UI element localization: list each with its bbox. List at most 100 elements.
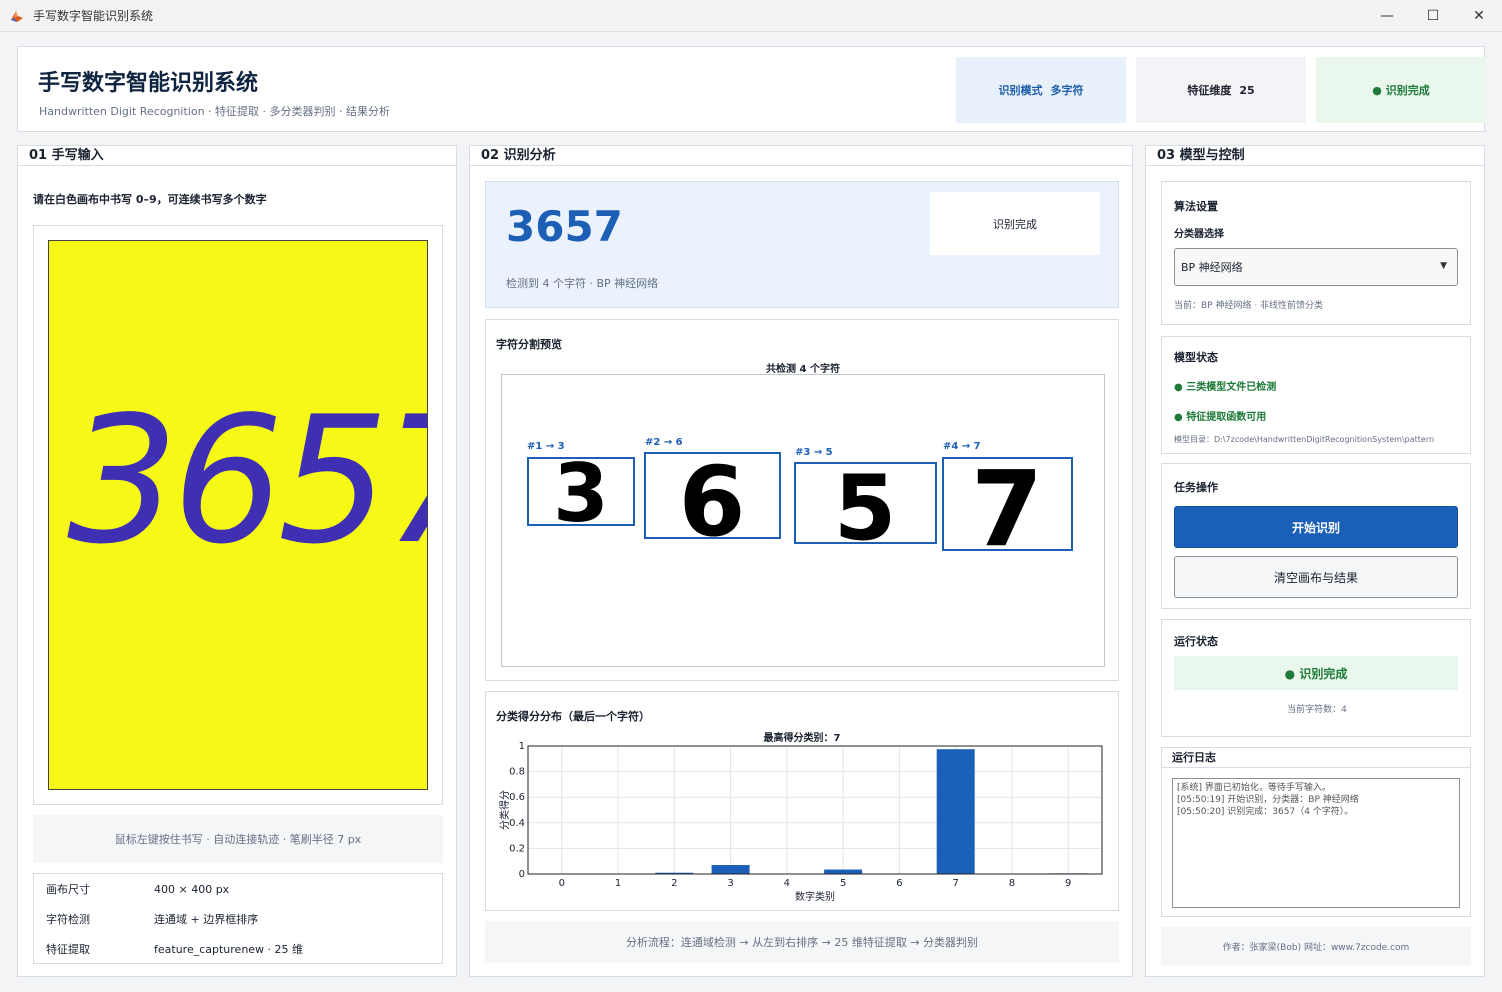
chart-title: 最高得分类别：7 bbox=[764, 731, 841, 744]
segmentation-axes: #1 → 3 3 #2 → 6 6 #3 → 5 5 #4 → 7 7 bbox=[501, 374, 1105, 667]
y-tick-label: 0.6 bbox=[509, 792, 525, 803]
segment-digit: 6 bbox=[679, 446, 746, 558]
maximize-button[interactable]: ☐ bbox=[1410, 0, 1456, 32]
x-tick-label: 4 bbox=[784, 878, 790, 889]
flow-note: 分析流程：连通域检测 → 从左到右排序 → 25 维特征提取 → 分类器判别 bbox=[485, 921, 1119, 963]
section-title: 算法设置 bbox=[1174, 200, 1218, 213]
section-title: 运行状态 bbox=[1174, 635, 1218, 648]
handwriting-input-panel: 01 手写输入 请在白色画布中书写 0–9，可连续书写多个数字 3657 鼠标左… bbox=[17, 145, 499, 977]
result-number: 3657 bbox=[506, 202, 623, 251]
info-key: 字符检测 bbox=[46, 913, 90, 926]
log-textarea[interactable]: [系统] 界面已初始化，等待手写输入。 [05:50:19] 开始识别，分类器：… bbox=[1172, 778, 1460, 908]
x-tick-label: 9 bbox=[1065, 878, 1071, 889]
handwriting-strokes: 3657 bbox=[67, 380, 499, 583]
log-line: [系统] 界面已初始化，等待手写输入。 bbox=[1177, 783, 1331, 793]
classifier-value: BP 神经网络 bbox=[1181, 261, 1243, 274]
classifier-label: 分类器选择 bbox=[1174, 229, 1224, 240]
stat-status: ● 识别完成 bbox=[1316, 57, 1486, 123]
segmentation-figure: #1 → 3 3 #2 → 6 6 #3 → 5 5 #4 → 7 7 bbox=[527, 437, 1073, 570]
chart-ylabel: 分类得分 bbox=[498, 790, 511, 830]
info-key: 特征提取 bbox=[46, 943, 90, 956]
segmentation-title: 字符分割预览 bbox=[496, 338, 562, 351]
log-title: 运行日志 bbox=[1162, 748, 1470, 768]
result-box: 3657 识别完成 检测到 4 个字符 · BP 神经网络 bbox=[485, 181, 1119, 308]
info-row: 特征提取 feature_capturenew · 25 维 bbox=[34, 934, 442, 963]
chart-xticks: 0 1 2 3 4 5 6 7 8 9 bbox=[559, 878, 1072, 889]
score-bar-chart: 最高得分类别：7 0123456789 00.20.40.60.81 数字类别 … bbox=[498, 731, 1103, 903]
classifier-select[interactable]: BP 神经网络 ▼ bbox=[1174, 248, 1458, 286]
info-row: 字符检测 连通域 + 边界框排序 bbox=[34, 904, 442, 934]
result-meta: 检测到 4 个字符 · BP 神经网络 bbox=[506, 277, 659, 290]
matlab-app-icon bbox=[9, 8, 25, 24]
model-directory: 模型目录：D:\7zcode\HandwrittenDigitRecogniti… bbox=[1174, 435, 1435, 444]
segmentation-preview: 字符分割预览 共检测 4 个字符 #1 → 3 3 #2 → 6 6 #3 → … bbox=[485, 319, 1119, 681]
score-bar bbox=[824, 869, 863, 874]
close-button[interactable]: ✕ bbox=[1456, 0, 1502, 32]
stat-label: 识别模式 bbox=[998, 84, 1043, 97]
stat-label: 特征维度 bbox=[1187, 84, 1232, 97]
start-recognition-button[interactable]: 开始识别 bbox=[1174, 506, 1458, 548]
run-log: 运行日志 [系统] 界面已初始化，等待手写输入。 [05:50:19] 开始识别… bbox=[1161, 747, 1471, 917]
section-title: 任务操作 bbox=[1174, 481, 1218, 494]
x-tick-label: 0 bbox=[559, 878, 565, 889]
score-distribution: 分类得分分布（最后一个字符） 最高得分类别：7 0123456789 0 0.2 0… bbox=[485, 691, 1119, 911]
stat-value: 多字符 bbox=[1050, 84, 1084, 97]
drawing-canvas[interactable]: 3657 bbox=[48, 240, 499, 790]
info-value: 连通域 + 边界框排序 bbox=[154, 913, 259, 926]
info-table: 画布尺寸 400 × 400 px 字符检测 连通域 + 边界框排序 特征提取 … bbox=[33, 873, 443, 964]
handwritten-digits: 3657 bbox=[67, 380, 427, 583]
chart-grid bbox=[528, 745, 1102, 875]
model-check-features: ● 特征提取函数可用 bbox=[1174, 412, 1267, 423]
segment-digit: 7 bbox=[971, 448, 1043, 570]
page-subtitle: Handwritten Digit Recognition · 特征提取 · 多… bbox=[39, 105, 391, 118]
stat-label: ● 识别完成 bbox=[1372, 84, 1430, 97]
model-control-panel: 03 模型与控制 算法设置 分类器选择 BP 神经网络 ▼ 当前：BP 神经网络… bbox=[1145, 145, 1485, 977]
segment-label: #3 → 5 bbox=[795, 447, 833, 458]
panel-title: 02 识别分析 bbox=[470, 146, 1132, 166]
chart-xlabel: 数字类别 bbox=[795, 890, 835, 903]
model-status: 模型状态 ● 三类模型文件已检测 ● 特征提取函数可用 模型目录：D:\7zco… bbox=[1161, 336, 1471, 454]
stat-feature-dimension: 特征维度 25 bbox=[1136, 57, 1306, 123]
x-tick-label: 7 bbox=[952, 878, 958, 889]
clear-canvas-button[interactable]: 清空画布与结果 bbox=[1174, 556, 1458, 598]
canvas-note: 鼠标左键按住书写 · 自动连接轨迹 · 笔刷半径 7 px bbox=[33, 815, 443, 863]
info-value: feature_capturenew · 25 维 bbox=[154, 943, 304, 956]
page-title: 手写数字智能识别系统 bbox=[38, 71, 259, 96]
stat-value: 25 bbox=[1239, 83, 1255, 97]
panel-title: 01 手写输入 bbox=[18, 146, 456, 166]
minimize-button[interactable]: — bbox=[1364, 0, 1410, 32]
y-tick-label: 0 bbox=[519, 869, 525, 880]
char-count: 当前字符数：4 bbox=[1287, 705, 1347, 715]
recognition-analysis-panel: 02 识别分析 3657 识别完成 检测到 4 个字符 · BP 神经网络 字符… bbox=[469, 145, 1133, 977]
score-bar bbox=[711, 865, 750, 874]
classifier-note: 当前：BP 神经网络 · 非线性前馈分类 bbox=[1174, 301, 1324, 311]
task-operations: 任务操作 开始识别 清空画布与结果 bbox=[1161, 463, 1471, 609]
input-hint: 请在白色画布中书写 0–9，可连续书写多个数字 bbox=[33, 193, 267, 206]
info-key: 画布尺寸 bbox=[46, 883, 90, 896]
score-bar bbox=[936, 749, 975, 874]
section-title: 模型状态 bbox=[1174, 351, 1218, 364]
chevron-down-icon: ▼ bbox=[1440, 261, 1447, 271]
result-status-badge: 识别完成 bbox=[930, 192, 1100, 255]
run-state-badge: ● 识别完成 bbox=[1174, 656, 1458, 690]
x-tick-label: 1 bbox=[615, 878, 621, 889]
x-tick-label: 2 bbox=[671, 878, 677, 889]
chart-axes-box bbox=[527, 745, 1103, 875]
info-value: 400 × 400 px bbox=[154, 882, 230, 896]
chart-yticks: 0 0.2 0.4 0.6 0.8 1 bbox=[509, 741, 525, 880]
x-tick-label: 8 bbox=[1009, 878, 1015, 889]
x-tick-label: 5 bbox=[840, 878, 846, 889]
panel-title: 03 模型与控制 bbox=[1146, 146, 1484, 166]
segmentation-caption: 共检测 4 个字符 bbox=[766, 364, 840, 375]
window-title: 手写数字智能识别系统 bbox=[33, 9, 154, 23]
model-check-files: ● 三类模型文件已检测 bbox=[1174, 382, 1277, 393]
run-status: 运行状态 ● 识别完成 当前字符数：4 bbox=[1161, 619, 1471, 737]
segment-digit: 5 bbox=[834, 456, 897, 561]
x-tick-label: 6 bbox=[896, 878, 902, 889]
segment-label: #2 → 6 bbox=[645, 437, 683, 448]
author-footer: 作者：张家梁(Bob) 网址：www.7zcode.com bbox=[1161, 927, 1471, 965]
y-tick-label: 0.8 bbox=[509, 767, 525, 778]
window-titlebar: 手写数字智能识别系统 — ☐ ✕ bbox=[0, 0, 1502, 32]
log-line: [05:50:19] 开始识别，分类器：BP 神经网络 bbox=[1177, 795, 1359, 805]
info-row: 画布尺寸 400 × 400 px bbox=[34, 874, 442, 904]
